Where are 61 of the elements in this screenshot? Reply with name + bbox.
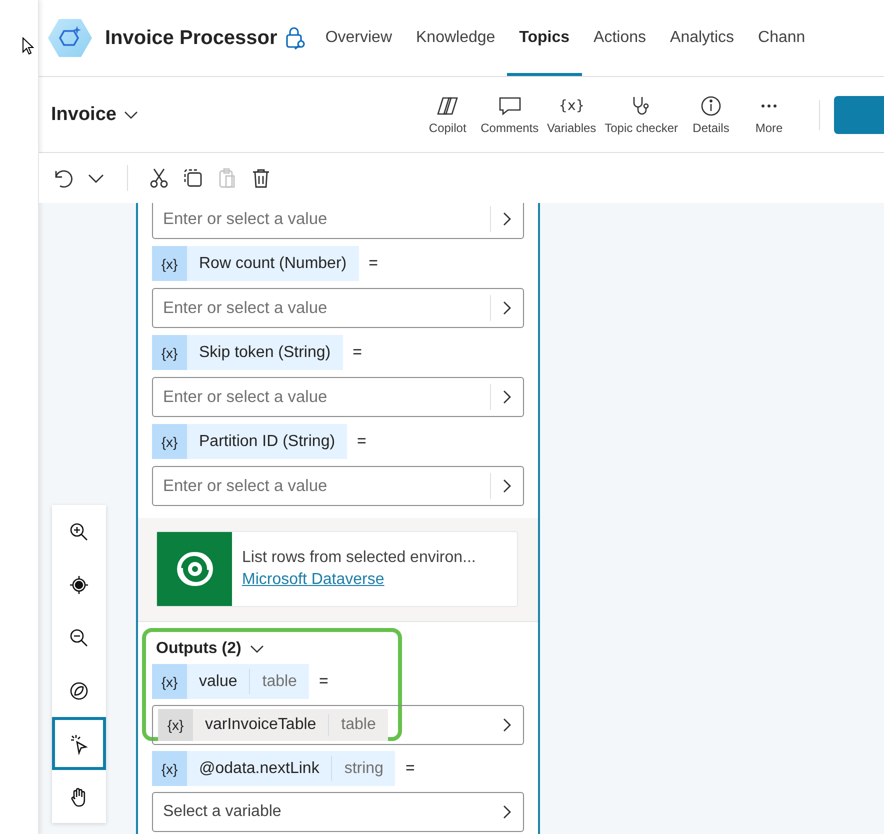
app-logo-icon bbox=[47, 18, 93, 58]
center-icon bbox=[68, 574, 90, 596]
variable-select-field[interactable]: Select a variable bbox=[152, 792, 524, 832]
comments-icon bbox=[496, 94, 523, 116]
more-tool-button[interactable]: More bbox=[741, 94, 797, 134]
value-input-field[interactable]: Enter or select a value bbox=[152, 377, 524, 417]
zoom-out-icon bbox=[68, 626, 90, 648]
equals-sign: = bbox=[405, 760, 415, 778]
connector-description: List rows from selected environ... bbox=[242, 549, 476, 567]
select-icon bbox=[68, 732, 90, 754]
cut-icon[interactable] bbox=[148, 167, 170, 189]
chevron-right-icon bbox=[501, 389, 513, 405]
minimap-icon bbox=[68, 680, 90, 702]
chevron-right-icon bbox=[501, 300, 513, 316]
chevron-down-icon bbox=[249, 644, 266, 654]
nav-tab[interactable]: Overview bbox=[313, 0, 404, 76]
nav-tab[interactable]: Analytics bbox=[658, 0, 746, 76]
copy-icon[interactable] bbox=[182, 167, 204, 189]
nav-tab[interactable]: Actions bbox=[582, 0, 658, 76]
select-tool-button[interactable] bbox=[52, 717, 106, 770]
outputs-toggle[interactable]: Outputs (2) bbox=[152, 634, 524, 658]
chevron-right-icon bbox=[501, 478, 513, 494]
output-variable-chip: {x} value table bbox=[152, 664, 309, 699]
checker-tool-button[interactable]: Topic checker bbox=[602, 94, 681, 134]
delete-icon[interactable] bbox=[250, 167, 272, 189]
chevron-right-icon bbox=[501, 804, 513, 820]
more-icon bbox=[761, 104, 777, 108]
chevron-right-icon bbox=[501, 717, 513, 733]
value-input-field[interactable]: Enter or select a value bbox=[152, 288, 524, 328]
variable-select-field[interactable]: {x} varInvoiceTable table bbox=[152, 705, 524, 745]
zoom-in-icon bbox=[68, 520, 90, 542]
minimap-tool-button[interactable] bbox=[52, 664, 106, 717]
variables-tool-button[interactable]: {x} Variables bbox=[544, 94, 600, 134]
nav-tab[interactable]: Topics bbox=[507, 0, 582, 76]
zoom-in-tool-button[interactable] bbox=[52, 505, 106, 558]
variables-icon: {x} bbox=[558, 94, 585, 116]
input-variable-chip: {x} Partition ID (String) bbox=[152, 424, 348, 459]
value-input-field[interactable]: Enter or select a value bbox=[152, 466, 524, 506]
comments-tool-button[interactable]: Comments bbox=[478, 94, 542, 134]
copilot-icon bbox=[434, 94, 461, 116]
assigned-variable-chip: {x} varInvoiceTable table bbox=[158, 709, 388, 741]
chevron-down-icon bbox=[124, 110, 138, 120]
equals-sign: = bbox=[352, 344, 362, 362]
nav-tab[interactable]: Knowledge bbox=[404, 0, 508, 76]
connector-link[interactable]: Microsoft Dataverse bbox=[242, 571, 476, 589]
agent-title: Invoice Processor bbox=[105, 26, 278, 50]
topic-dropdown[interactable]: Invoice bbox=[51, 104, 138, 126]
input-variable-chip: {x} Row count (Number) bbox=[152, 246, 359, 281]
input-variable-chip: {x} Skip token (String) bbox=[152, 335, 343, 370]
details-tool-button[interactable]: Details bbox=[683, 94, 739, 134]
value-input-field[interactable]: Enter or select a value bbox=[152, 203, 524, 239]
nav-tab[interactable]: Chann bbox=[746, 0, 818, 76]
output-variable-chip: {x} @odata.nextLink string bbox=[152, 751, 396, 786]
equals-sign: = bbox=[357, 432, 366, 450]
pan-tool-button[interactable] bbox=[52, 770, 106, 823]
chevron-right-icon bbox=[501, 211, 513, 227]
equals-sign: = bbox=[368, 254, 378, 272]
equals-sign: = bbox=[318, 672, 328, 690]
lock-key-icon[interactable] bbox=[285, 26, 308, 50]
copilot-tool-button[interactable]: Copilot bbox=[420, 94, 476, 134]
mouse-pointer-icon bbox=[22, 37, 34, 55]
